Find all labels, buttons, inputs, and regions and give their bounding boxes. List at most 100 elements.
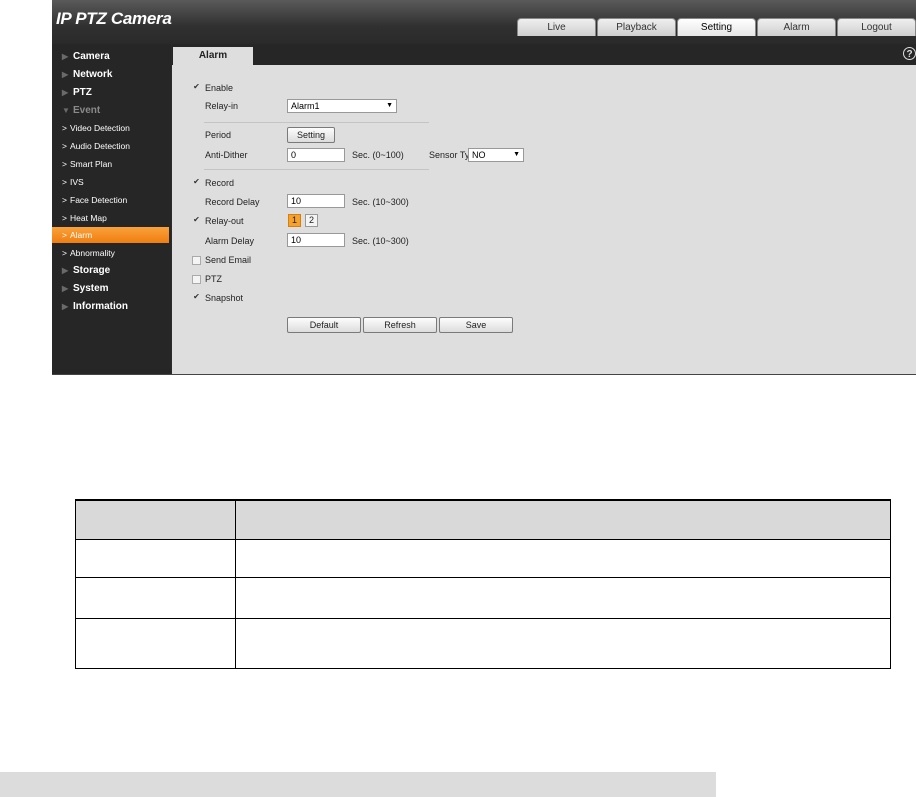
sidebar-item-smart-plan[interactable]: > Smart Plan <box>52 156 169 172</box>
default-button[interactable]: Default <box>287 317 361 333</box>
sensor-type-value: NO <box>472 150 486 160</box>
sidebar-item-label: Alarm <box>70 230 93 240</box>
main-tabs: Live Playback Setting Alarm Logout <box>516 18 916 37</box>
sidebar-item-label: Network <box>73 69 113 80</box>
app-title: IP PTZ Camera <box>56 9 172 29</box>
chevron-right-icon: > <box>62 177 67 187</box>
anti-dither-unit: Sec. (0~100) <box>352 150 404 160</box>
tab-logout[interactable]: Logout <box>837 18 916 36</box>
sidebar-item-face-detection[interactable]: > Face Detection <box>52 192 169 208</box>
sidebar-item-label: Video Detection <box>70 123 130 133</box>
expand-triangle-icon: ▶ <box>62 302 69 311</box>
sidebar-item-alarm[interactable]: > Alarm <box>52 227 169 243</box>
relay-in-label: Relay-in <box>205 101 239 111</box>
sidebar-item-label: Audio Detection <box>70 141 131 151</box>
sidebar-item-audio-detection[interactable]: > Audio Detection <box>52 138 169 154</box>
alarm-delay-unit: Sec. (10~300) <box>352 236 409 246</box>
sidebar-item-label: System <box>73 283 109 294</box>
anti-dither-input[interactable]: 0 <box>287 148 345 162</box>
sidebar-item-label: PTZ <box>73 87 92 98</box>
refresh-button[interactable]: Refresh <box>363 317 437 333</box>
chevron-down-icon: ▼ <box>386 102 393 109</box>
snapshot-label: Snapshot <box>205 293 244 303</box>
chevron-right-icon: > <box>62 230 67 240</box>
sidebar-item-storage[interactable]: ▶ Storage <box>52 263 171 279</box>
sidebar-item-label: Face Detection <box>70 195 128 205</box>
relay-out-channel-1[interactable]: 1 <box>288 214 301 227</box>
enable-checkbox[interactable] <box>192 83 201 92</box>
tab-setting[interactable]: Setting <box>677 18 756 36</box>
table-header-row <box>75 499 891 540</box>
table-cell <box>75 618 236 669</box>
top-bar: IP PTZ Camera Live Playback Setting Alar… <box>52 0 916 44</box>
table-cell <box>235 539 891 578</box>
period-label: Period <box>205 130 232 140</box>
save-button[interactable]: Save <box>439 317 513 333</box>
table-row <box>75 577 891 619</box>
relay-in-select[interactable]: Alarm1 ▼ <box>287 99 397 113</box>
sidebar-item-video-detection[interactable]: > Video Detection <box>52 120 169 136</box>
ptz-checkbox[interactable] <box>192 275 201 284</box>
sidebar-item-heat-map[interactable]: > Heat Map <box>52 210 169 226</box>
alarm-delay-label: Alarm Delay <box>205 236 255 246</box>
period-setting-button[interactable]: Setting <box>287 127 335 143</box>
bottom-band <box>0 772 716 797</box>
record-delay-input[interactable]: 10 <box>287 194 345 208</box>
sidebar: ▶ Camera ▶ Network ▶ PTZ ▼ Event > Video Dete… <box>52 44 171 374</box>
sidebar-item-network[interactable]: ▶ Network <box>52 67 171 83</box>
record-checkbox[interactable] <box>192 178 201 187</box>
sidebar-item-system[interactable]: ▶ System <box>52 281 171 297</box>
table-cell <box>235 618 891 669</box>
sidebar-item-label: Camera <box>73 51 110 62</box>
chevron-right-icon: > <box>62 141 67 151</box>
table-row <box>75 539 891 578</box>
sidebar-item-label: Event <box>73 105 101 116</box>
sidebar-item-information[interactable]: ▶ Information <box>52 299 171 315</box>
expand-triangle-icon: ▶ <box>62 284 69 293</box>
tab-alarm[interactable]: Alarm <box>757 18 836 36</box>
relay-out-channel-2[interactable]: 2 <box>305 214 318 227</box>
snapshot-checkbox[interactable] <box>192 293 201 302</box>
anti-dither-label: Anti-Dither <box>205 150 248 160</box>
expand-triangle-icon: ▶ <box>62 88 69 97</box>
camera-web-ui: IP PTZ Camera Live Playback Setting Alar… <box>52 0 916 375</box>
chevron-right-icon: > <box>62 123 67 133</box>
sidebar-item-label: Smart Plan <box>70 159 113 169</box>
content-tab-strip: Alarm ? <box>172 44 916 65</box>
sidebar-item-camera[interactable]: ▶ Camera <box>52 49 171 65</box>
sidebar-item-ivs[interactable]: > IVS <box>52 174 169 190</box>
table-row <box>75 618 891 669</box>
sidebar-item-label: Heat Map <box>70 213 107 223</box>
app-title-part2: PTZ Camera <box>75 9 172 28</box>
record-label: Record <box>205 178 235 188</box>
divider <box>204 169 429 170</box>
alarm-delay-input[interactable]: 10 <box>287 233 345 247</box>
tab-live[interactable]: Live <box>517 18 596 36</box>
table-header-cell <box>75 499 236 540</box>
expand-triangle-icon: ▶ <box>62 52 69 61</box>
sidebar-item-abnormality[interactable]: > Abnormality <box>52 245 169 261</box>
collapse-triangle-icon: ▼ <box>62 106 70 115</box>
sidebar-item-label: Information <box>73 301 128 312</box>
sidebar-item-event[interactable]: ▼ Event <box>52 103 171 119</box>
enable-label: Enable <box>205 83 234 93</box>
parameter-table <box>75 499 891 669</box>
table-cell <box>75 539 236 578</box>
tab-alarm-page[interactable]: Alarm <box>173 47 253 65</box>
divider <box>204 122 429 123</box>
chevron-right-icon: > <box>62 195 67 205</box>
relay-out-checkbox[interactable] <box>192 216 201 225</box>
sidebar-item-ptz[interactable]: ▶ PTZ <box>52 85 171 101</box>
chevron-right-icon: > <box>62 248 67 258</box>
chevron-right-icon: > <box>62 159 67 169</box>
send-email-checkbox[interactable] <box>192 256 201 265</box>
expand-triangle-icon: ▶ <box>62 70 69 79</box>
record-delay-label: Record Delay <box>205 197 260 207</box>
app-title-part1: IP <box>56 9 76 28</box>
ptz-label: PTZ <box>205 274 222 284</box>
sensor-type-select[interactable]: NO ▼ <box>468 148 524 162</box>
table-cell <box>235 577 891 619</box>
help-icon[interactable]: ? <box>903 47 916 60</box>
tab-playback[interactable]: Playback <box>597 18 676 36</box>
chevron-down-icon: ▼ <box>513 151 520 158</box>
